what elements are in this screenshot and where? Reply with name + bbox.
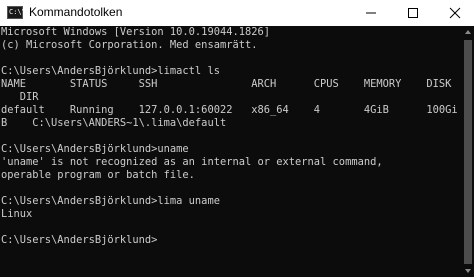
title-bar[interactable]: C:\\ Kommandotolken bbox=[0, 0, 474, 26]
close-button[interactable] bbox=[436, 0, 474, 26]
cmd-app-icon[interactable]: C:\\ bbox=[7, 6, 26, 19]
terminal-prompt: C:\Users\AndersBjörklund> bbox=[1, 234, 158, 246]
terminal-line: NAME STATUS SSH ARCH CPUS MEMORY DISK bbox=[1, 78, 452, 90]
terminal-line: 'uname' is not recognized as an internal… bbox=[1, 156, 383, 168]
terminal-line: C:\Users\AndersBjörklund>limactl ls bbox=[1, 65, 220, 77]
vertical-scrollbar[interactable] bbox=[462, 26, 474, 277]
maximize-icon bbox=[408, 8, 418, 18]
terminal-line: operable program or batch file. bbox=[1, 169, 195, 181]
scroll-up-icon[interactable] bbox=[465, 30, 471, 34]
app-icon-label: C:\\ bbox=[9, 8, 26, 16]
scrollbar-thumb[interactable] bbox=[464, 40, 472, 264]
minimize-button[interactable] bbox=[352, 0, 390, 26]
close-icon bbox=[449, 7, 461, 19]
window-title: Kommandotolken bbox=[29, 5, 123, 19]
command-prompt-window: C:\\ Kommandotolken Microsoft Windows [V… bbox=[0, 0, 474, 277]
terminal-line: Microsoft Windows [Version 10.0.19044.18… bbox=[1, 26, 270, 38]
terminal-line: DIR bbox=[1, 91, 39, 103]
minimize-icon bbox=[366, 12, 376, 14]
terminal-line: C:\Users\AndersBjörklund>uname bbox=[1, 143, 189, 155]
terminal-line: Linux bbox=[1, 208, 33, 220]
terminal-line: (c) Microsoft Corporation. Med ensamrätt… bbox=[1, 39, 258, 51]
terminal-line: default Running 127.0.0.1:60022 x86_64 4… bbox=[1, 104, 458, 116]
scroll-down-icon[interactable] bbox=[465, 269, 471, 273]
terminal-line: C:\Users\AndersBjörklund>lima uname bbox=[1, 195, 220, 207]
terminal-line: B C:\Users\ANDERS~1\.lima\default bbox=[1, 117, 227, 129]
maximize-button[interactable] bbox=[394, 0, 432, 26]
terminal-output[interactable]: Microsoft Windows [Version 10.0.19044.18… bbox=[0, 26, 462, 277]
